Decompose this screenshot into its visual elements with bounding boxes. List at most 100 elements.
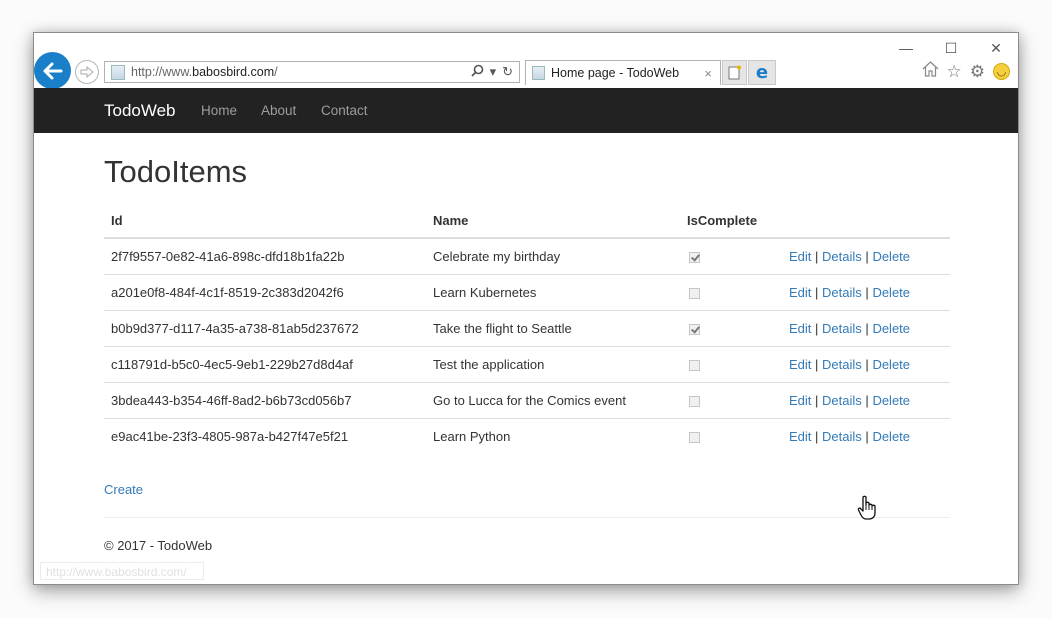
cell-iscomplete (680, 419, 782, 455)
close-window-button[interactable]: ✕ (981, 39, 1011, 57)
favorites-star-icon[interactable]: ☆ (947, 62, 962, 82)
minimize-icon: — (899, 40, 913, 56)
column-header-iscomplete: IsComplete (680, 205, 782, 239)
details-link[interactable]: Details (822, 285, 862, 300)
cell-id: e9ac41be-23f3-4805-987a-b427f47e5f21 (111, 429, 349, 444)
nav-link-home[interactable]: Home (201, 103, 237, 118)
edit-link[interactable]: Edit (789, 249, 811, 264)
hand-cursor-icon (857, 495, 877, 526)
column-header-actions (782, 205, 950, 239)
edit-link[interactable]: Edit (789, 393, 811, 408)
back-button[interactable] (34, 52, 71, 89)
cell-actions: Edit | Details | Delete (782, 419, 950, 455)
nav-link-contact[interactable]: Contact (321, 103, 368, 118)
separator: | (865, 357, 869, 372)
separator: | (865, 393, 869, 408)
tab-home-page[interactable]: Home page - TodoWeb × (525, 60, 721, 85)
create-link[interactable]: Create (104, 482, 950, 497)
url-scheme: http://www. (131, 65, 193, 79)
separator: | (865, 321, 869, 336)
cell-iscomplete (680, 238, 782, 275)
details-link[interactable]: Details (822, 429, 862, 444)
column-header-name: Name (426, 205, 680, 239)
status-bar-url: http://www.babosbird.com/ (40, 562, 204, 580)
tab-close-icon[interactable]: × (704, 66, 712, 81)
details-link[interactable]: Details (822, 321, 862, 336)
cell-name: Learn Python (433, 429, 511, 444)
cell-actions: Edit | Details | Delete (782, 310, 950, 347)
separator: | (815, 357, 819, 372)
details-link[interactable]: Details (822, 249, 862, 264)
table-row: a201e0f8-484f-4c1f-8519-2c383d2042f6 Lea… (104, 274, 950, 311)
cell-id: a201e0f8-484f-4c1f-8519-2c383d2042f6 (104, 274, 426, 311)
cell-iscomplete (680, 346, 782, 383)
delete-link[interactable]: Delete (872, 249, 910, 264)
table-row: b0b9d377-d117-4a35-a738-81ab5d237672 Tak… (104, 310, 950, 347)
iscomplete-checkbox (689, 432, 700, 444)
delete-link[interactable]: Delete (872, 321, 910, 336)
delete-link[interactable]: Delete (872, 357, 910, 372)
edit-link[interactable]: Edit (789, 357, 811, 372)
cell-actions: Edit | Details | Delete (782, 346, 950, 383)
browser-chrome: — ☐ ✕ http://www. babosbird.com / ▾ ↻ Home… (34, 33, 1018, 89)
separator: | (815, 429, 819, 444)
table-row: 2f7f9557-0e82-41a6-898c-dfd18b1fa22b Cel… (104, 238, 950, 275)
edge-icon: e (755, 62, 769, 83)
separator: | (865, 249, 869, 264)
search-icon[interactable] (470, 64, 484, 80)
nav-link-about[interactable]: About (261, 103, 296, 118)
edit-link[interactable]: Edit (789, 285, 811, 300)
edge-button[interactable]: e (748, 60, 776, 85)
cell-name: Test the application (426, 346, 680, 383)
cell-name: Celebrate my birthday (426, 238, 680, 275)
smiley-mouth: ◡ (996, 66, 1007, 78)
cell-id: 2f7f9557-0e82-41a6-898c-dfd18b1fa22b (104, 238, 426, 275)
delete-link[interactable]: Delete (872, 285, 910, 300)
address-bar[interactable]: http://www. babosbird.com / ▾ ↻ (104, 61, 520, 83)
back-arrow-icon (43, 62, 62, 79)
refresh-icon[interactable]: ↻ (502, 64, 513, 80)
details-link[interactable]: Details (822, 357, 862, 372)
details-link[interactable]: Details (822, 393, 862, 408)
table-header-row: Id Name IsComplete (104, 205, 950, 239)
forward-button[interactable] (75, 60, 99, 84)
new-tab-button[interactable] (722, 60, 747, 85)
tab-title: Home page - TodoWeb (551, 66, 680, 80)
delete-link[interactable]: Delete (872, 393, 910, 408)
maximize-button[interactable]: ☐ (936, 39, 966, 57)
chevron-down-icon[interactable]: ▾ (490, 64, 497, 80)
smiley-feedback-icon[interactable]: ◡ (993, 63, 1010, 80)
minimize-button[interactable]: — (891, 39, 921, 57)
iscomplete-checkbox (689, 324, 700, 336)
cell-iscomplete (680, 382, 782, 419)
separator: | (865, 429, 869, 444)
footer-divider (104, 517, 950, 518)
page-title: TodoItems (104, 154, 248, 189)
edit-link[interactable]: Edit (789, 321, 811, 336)
cell-actions: Edit | Details | Delete (782, 382, 950, 419)
cell-iscomplete (680, 310, 782, 347)
separator: | (865, 285, 869, 300)
separator: | (815, 249, 819, 264)
forward-arrow-icon (80, 66, 94, 78)
cell-name: Go to Lucca for the Comics event (426, 382, 680, 419)
cell-id: c118791d-b5c0-4ec5-9eb1-229b27d8d4af (104, 346, 426, 383)
table-row: c118791d-b5c0-4ec5-9eb1-229b27d8d4af Tes… (104, 346, 950, 383)
gear-icon[interactable]: ⚙ (970, 62, 985, 82)
brand-link[interactable]: TodoWeb (104, 101, 176, 121)
iscomplete-checkbox (689, 252, 700, 264)
table-row: 3bdea443-b354-46ff-8ad2-b6b73cd056b7 Go … (104, 382, 950, 419)
close-icon: ✕ (990, 40, 1002, 56)
cell-name: Take the flight to Seattle (426, 310, 680, 347)
url-host: babosbird.com (192, 65, 275, 79)
table-row: e9ac41be-23f3-4805-987a-b427f47e5f21 Lea… (104, 419, 950, 455)
footer-text: © 2017 - TodoWeb (104, 538, 213, 553)
url-path: / (274, 65, 278, 79)
todo-table: Id Name IsComplete 2f7f9557-0e82-41a6-89… (104, 205, 950, 454)
delete-link[interactable]: Delete (872, 429, 910, 444)
cell-actions: Edit | Details | Delete (782, 238, 950, 275)
main-content: TodoItems Id Name IsComplete 2f7f9557-0e… (104, 133, 950, 553)
home-icon[interactable] (922, 61, 939, 82)
edit-link[interactable]: Edit (789, 429, 811, 444)
iscomplete-checkbox (689, 396, 700, 408)
